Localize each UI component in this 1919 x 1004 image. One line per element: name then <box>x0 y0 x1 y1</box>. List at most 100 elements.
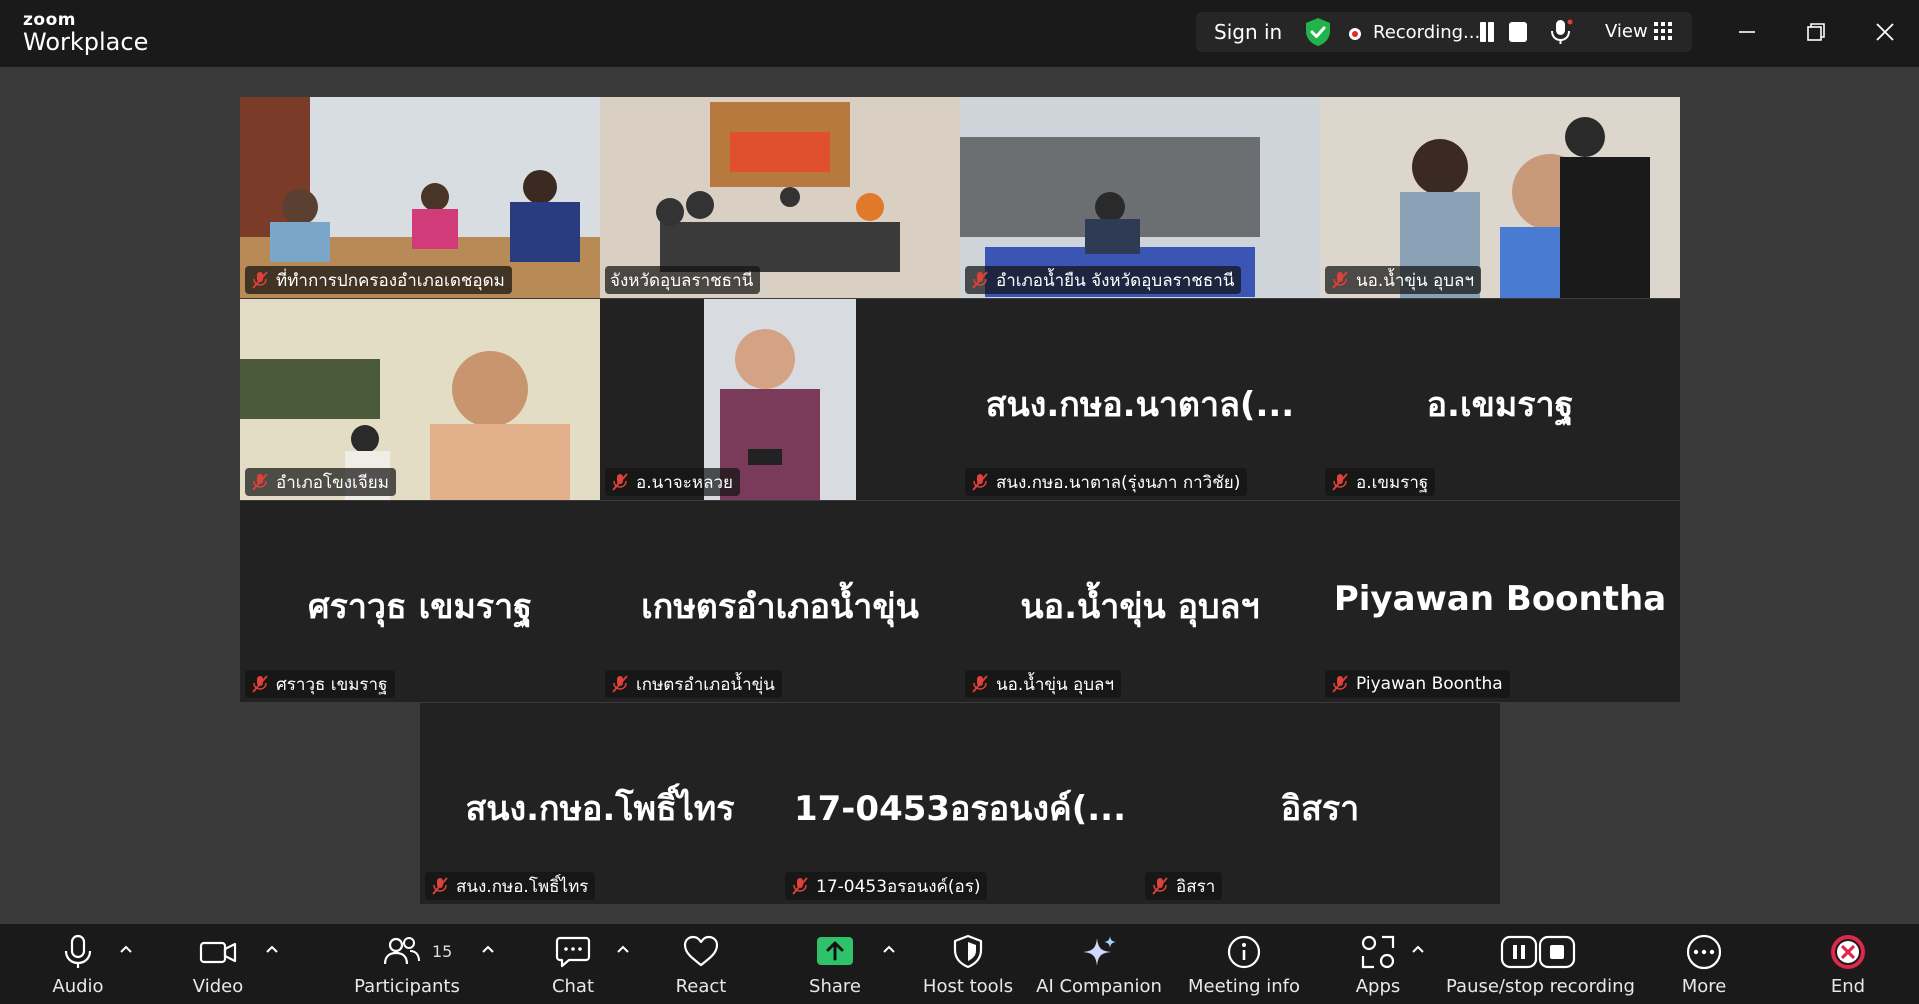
ai-companion-label: AI Companion <box>1036 976 1162 997</box>
muted-microphone-icon <box>1332 271 1348 289</box>
participant-name-label: Piyawan Boontha <box>1325 670 1510 698</box>
video-camera-icon <box>199 941 237 964</box>
audio-button[interactable]: Audio <box>40 934 116 1000</box>
chat-button[interactable]: Chat <box>540 934 606 1000</box>
apps-label: Apps <box>1355 976 1401 997</box>
more-options-icon <box>1686 934 1722 970</box>
muted-microphone-icon <box>252 271 268 289</box>
participant-tile[interactable]: ศราวุธ เขมราฐ ศราวุธ เขมราฐ <box>240 501 600 702</box>
video-button[interactable]: Video <box>180 934 256 1000</box>
participant-name: อ.เขมราฐ <box>1356 472 1429 493</box>
close-window-icon[interactable] <box>1871 18 1899 46</box>
participant-name-label: สนง.กษอ.โพธิ์ไทร <box>425 872 596 900</box>
participant-name: สนง.กษอ.นาตาล(รุ่งนภา กาวิชัย) <box>996 472 1241 493</box>
pause-stop-recording-label: Pause/stop recording <box>1446 976 1635 997</box>
chat-options-chevron-icon[interactable] <box>616 944 630 954</box>
muted-microphone-icon <box>1332 675 1348 693</box>
participant-name-label: ที่ทำการปกครองอำเภอเดชอุดม <box>245 266 512 294</box>
video-label: Video <box>192 976 244 997</box>
share-options-chevron-icon[interactable] <box>882 944 896 954</box>
share-screen-icon <box>817 937 853 965</box>
meeting-info-button[interactable]: Meeting info <box>1186 934 1302 1000</box>
grid-view-icon[interactable] <box>1654 22 1672 40</box>
pause-recording-icon[interactable] <box>1478 22 1496 42</box>
muted-microphone-icon <box>252 675 268 693</box>
share-button[interactable]: Share <box>800 934 870 1000</box>
muted-microphone-icon <box>1332 473 1348 491</box>
participant-tile[interactable]: Piyawan Boontha Piyawan Boontha <box>1320 501 1680 702</box>
participant-display-name: อ.เขมราฐ <box>1426 385 1574 425</box>
muted-microphone-icon <box>1152 877 1168 895</box>
stop-recording-icon[interactable] <box>1509 22 1527 42</box>
view-button[interactable]: View <box>1605 21 1648 42</box>
react-button[interactable]: React <box>666 934 736 1000</box>
muted-microphone-icon <box>972 271 988 289</box>
more-label: More <box>1681 976 1727 997</box>
participant-display-name: อิสรา <box>1280 789 1360 829</box>
restore-window-icon[interactable] <box>1802 18 1830 46</box>
participant-tile[interactable]: 17-0453อรอนงค์(... 17-0453อรอนงค์(อร) <box>780 703 1140 904</box>
video-options-chevron-icon[interactable] <box>265 944 279 954</box>
pause-stop-recording-button[interactable]: Pause/stop recording <box>1446 934 1635 1000</box>
participant-tile[interactable]: นอ.น้ำขุ่น อุบลฯ นอ.น้ำขุ่น อุบลฯ <box>960 501 1320 702</box>
participant-tile[interactable]: เกษตรอำเภอน้ำขุ่น เกษตรอำเภอน้ำขุ่น <box>600 501 960 702</box>
muted-microphone-icon <box>252 473 268 491</box>
microphone-status-icon[interactable] <box>1548 18 1574 46</box>
end-label: End <box>1830 976 1866 997</box>
participant-name: นอ.น้ำขุ่น อุบลฯ <box>996 674 1115 695</box>
participant-tile[interactable]: สนง.กษอ.นาตาล(... สนง.กษอ.นาตาล(รุ่งนภา … <box>960 299 1320 500</box>
apps-icon <box>1361 935 1395 969</box>
end-meeting-button[interactable]: End <box>1820 934 1876 1000</box>
audio-label: Audio <box>52 976 104 997</box>
participants-options-chevron-icon[interactable] <box>481 944 495 954</box>
chat-bubble-icon <box>555 936 591 968</box>
muted-microphone-icon <box>972 675 988 693</box>
active-speaker-tile[interactable]: จังหวัดอุบลราชธานี <box>600 97 960 298</box>
participant-name-label: อิสรา <box>1145 872 1223 900</box>
host-shield-icon <box>953 934 983 969</box>
apps-options-chevron-icon[interactable] <box>1411 944 1425 954</box>
participant-name-label: อ.เขมราฐ <box>1325 468 1436 496</box>
participant-name-label: สนง.กษอ.นาตาล(รุ่งนภา กาวิชัย) <box>965 468 1248 496</box>
participant-tile[interactable]: อ.นาจะหลวย <box>600 299 960 500</box>
participant-name-label: จังหวัดอุบลราชธานี <box>605 266 761 294</box>
participant-name-label: นอ.น้ำขุ่น อุบลฯ <box>965 670 1122 698</box>
participant-name-label: ศราวุธ เขมราฐ <box>245 670 395 698</box>
participant-display-name: 17-0453อรอนงค์(... <box>793 789 1127 829</box>
participant-tile[interactable]: อำเภอโขงเจียม <box>240 299 600 500</box>
pause-stop-recording-icon <box>1500 935 1576 969</box>
ai-companion-button[interactable]: AI Companion <box>1036 934 1162 1000</box>
chat-label: Chat <box>551 976 595 997</box>
brand-big: Workplace <box>23 28 149 56</box>
recording-status: Recording... <box>1373 22 1481 43</box>
participant-tile[interactable]: นอ.น้ำขุ่น อุบลฯ <box>1320 97 1680 298</box>
participant-name: อิสรา <box>1176 876 1216 897</box>
ai-sparkle-icon <box>1083 936 1116 966</box>
apps-button[interactable]: Apps <box>1350 934 1406 1000</box>
participant-tile[interactable]: สนง.กษอ.โพธิ์ไทร สนง.กษอ.โพธิ์ไทร <box>420 703 780 904</box>
participant-name-label: 17-0453อรอนงค์(อร) <box>785 872 988 900</box>
audio-options-chevron-icon[interactable] <box>119 944 133 954</box>
minimize-icon[interactable] <box>1733 18 1761 46</box>
react-label: React <box>675 976 727 997</box>
participant-tile[interactable]: อำเภอน้ำยืน จังหวัดอุบลราชธานี <box>960 97 1320 298</box>
participant-tile[interactable]: ที่ทำการปกครองอำเภอเดชอุดม <box>240 97 600 298</box>
host-tools-label: Host tools <box>922 976 1014 997</box>
more-button[interactable]: More <box>1676 934 1732 1000</box>
participant-name: เกษตรอำเภอน้ำขุ่น <box>636 674 775 695</box>
participant-name-label: อำเภอโขงเจียม <box>245 468 396 496</box>
muted-microphone-icon <box>972 473 988 491</box>
sign-in-button[interactable]: Sign in <box>1214 20 1282 44</box>
participant-display-name: เกษตรอำเภอน้ำขุ่น <box>641 587 919 627</box>
participant-display-name: สนง.กษอ.นาตาล(... <box>985 385 1295 425</box>
participant-display-name: นอ.น้ำขุ่น อุบลฯ <box>1020 587 1260 627</box>
participant-display-name: สนง.กษอ.โพธิ์ไทร <box>465 789 735 829</box>
participant-name: อ.นาจะหลวย <box>636 472 734 493</box>
participant-name: นอ.น้ำขุ่น อุบลฯ <box>1356 270 1475 291</box>
participant-tile[interactable]: อิสรา อิสรา <box>1140 703 1500 904</box>
participant-tile[interactable]: อ.เขมราฐ อ.เขมราฐ <box>1320 299 1680 500</box>
meeting-info-label: Meeting info <box>1187 976 1301 997</box>
encryption-shield-icon[interactable] <box>1304 17 1332 47</box>
host-tools-button[interactable]: Host tools <box>920 934 1016 1000</box>
muted-microphone-icon <box>432 877 448 895</box>
